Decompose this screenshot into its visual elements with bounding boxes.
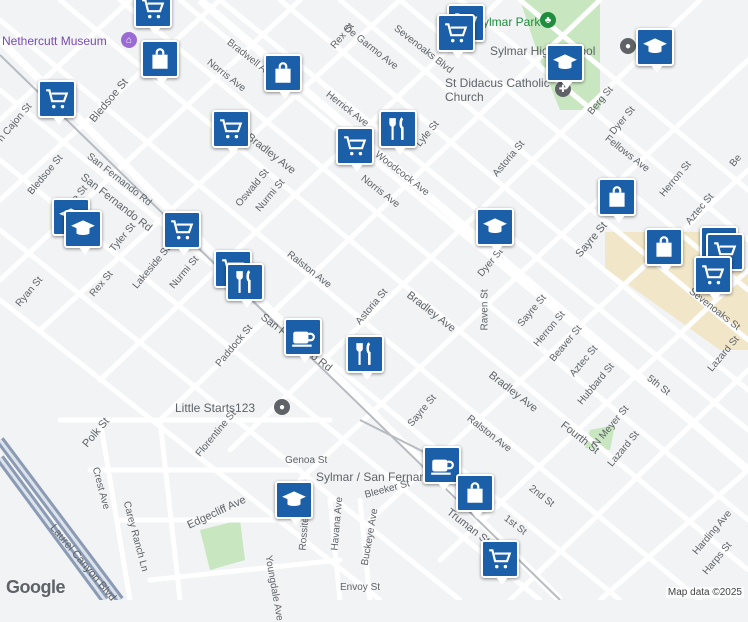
grocery-pin[interactable] <box>694 256 732 301</box>
graduation-cap-icon <box>643 38 667 53</box>
restaurant-pin[interactable] <box>346 335 384 380</box>
street-label: Raven St <box>479 289 491 331</box>
museum-icon: ⌂ <box>121 32 137 48</box>
grocery-pin[interactable] <box>336 127 374 172</box>
cart-icon <box>344 136 367 156</box>
cafe-pin[interactable] <box>284 318 322 363</box>
school-pin[interactable] <box>64 210 102 255</box>
graduation-cap-icon <box>71 220 95 235</box>
shopping-bag-icon <box>467 482 483 503</box>
park-icon: ♣ <box>540 12 556 28</box>
cart-icon <box>445 23 468 43</box>
coffee-cup-icon <box>431 459 454 475</box>
restaurant-pin[interactable] <box>226 263 264 308</box>
cart-icon <box>46 89 69 109</box>
street-label: Envoy St <box>340 582 381 593</box>
shopping-pin[interactable] <box>645 228 683 273</box>
google-logo[interactable]: Google <box>6 577 66 598</box>
graduation-cap-icon <box>282 491 306 506</box>
grocery-pin[interactable] <box>134 0 172 35</box>
map-attribution: Map data ©2025 <box>665 587 744 598</box>
cart-icon <box>489 549 512 569</box>
school-pin[interactable] <box>275 481 313 526</box>
cart-icon <box>702 265 725 285</box>
graduation-cap-icon <box>483 218 507 233</box>
shopping-pin[interactable] <box>264 54 302 99</box>
fork-knife-icon <box>389 117 404 140</box>
coffee-cup-icon <box>292 331 315 347</box>
shopping-pin[interactable] <box>141 40 179 85</box>
grocery-pin[interactable] <box>212 110 250 155</box>
school-dot-icon: ● <box>620 38 636 54</box>
daycare-icon: ● <box>274 399 290 415</box>
street-label: Genoa St <box>285 455 328 466</box>
shopping-pin[interactable] <box>456 474 494 519</box>
school-pin[interactable] <box>636 28 674 73</box>
restaurant-pin[interactable] <box>379 110 417 155</box>
grocery-pin[interactable] <box>38 80 76 125</box>
little-starts-label[interactable]: Little Starts123 <box>175 401 255 415</box>
grocery-pin[interactable] <box>481 540 519 585</box>
cart-icon <box>220 119 243 139</box>
station-label[interactable]: Sylmar / San Fernando <box>316 470 439 484</box>
school-pin[interactable] <box>546 44 584 89</box>
shopping-bag-icon <box>656 236 672 257</box>
shopping-bag-icon <box>152 48 168 69</box>
shopping-bag-icon <box>275 62 291 83</box>
church-label[interactable]: St Didacus Catholic Church <box>445 76 550 104</box>
fork-knife-icon <box>236 270 251 293</box>
school-pin[interactable] <box>476 208 514 253</box>
museum-label[interactable]: Nethercutt Museum <box>2 34 107 48</box>
fork-knife-icon <box>356 342 371 365</box>
cart-icon <box>142 0 165 19</box>
shopping-bag-icon <box>609 186 625 207</box>
grocery-pin[interactable] <box>163 211 201 256</box>
grocery-pin[interactable] <box>437 14 475 59</box>
shopping-pin[interactable] <box>598 178 636 223</box>
graduation-cap-icon <box>553 54 577 69</box>
cart-icon <box>171 220 194 240</box>
